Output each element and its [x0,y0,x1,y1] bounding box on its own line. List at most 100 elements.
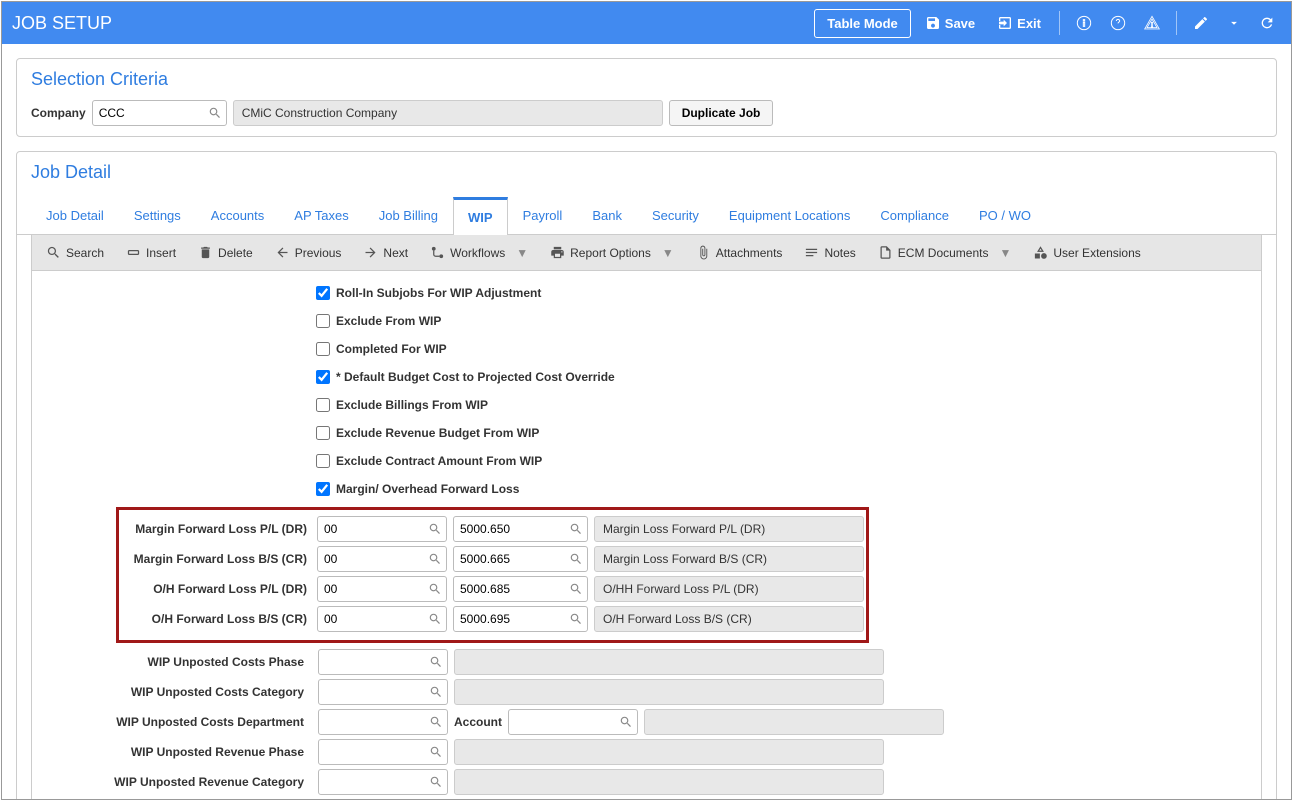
revenue-account-input[interactable] [508,799,638,800]
checkbox-label: Margin/ Overhead Forward Loss [336,482,519,496]
tb-next[interactable]: Next [357,241,414,264]
tab-settings[interactable]: Settings [119,197,196,235]
tab-security[interactable]: Security [637,197,714,235]
readonly-display [644,799,944,800]
costs-department-input[interactable] [318,709,448,735]
checkbox-label: Roll-In Subjobs For WIP Adjustment [336,286,541,300]
forward-loss-row: Margin Forward Loss P/L (DR) Margin Loss… [121,516,864,542]
readonly-display [454,769,884,795]
tab-equipment-locations[interactable]: Equipment Locations [714,197,865,235]
unposted-row: WIP Unposted Revenue Department Account [40,799,1253,800]
tb-previous[interactable]: Previous [269,241,348,264]
revenue-phase-input[interactable] [318,739,448,765]
fl-dept-input[interactable] [317,546,447,572]
checkbox-label: Completed For WIP [336,342,447,356]
tab-wip[interactable]: WIP [453,197,508,235]
fl-desc: Margin Loss Forward P/L (DR) [594,516,864,542]
attachment-icon [696,245,711,260]
tab-payroll[interactable]: Payroll [508,197,578,235]
default-budget-checkbox[interactable] [316,370,330,384]
tb-ecm-documents[interactable]: ECM Documents▼ [872,241,1018,264]
chevron-down-icon: ▼ [516,246,528,260]
alert-button[interactable] [1138,9,1166,37]
save-icon [925,15,941,31]
exit-icon [997,15,1013,31]
help-icon [1110,15,1126,31]
tab-job-billing[interactable]: Job Billing [364,197,453,235]
edit-button[interactable] [1187,9,1215,37]
revenue-department-input[interactable] [318,799,448,800]
exclude-contract-checkbox[interactable] [316,454,330,468]
company-lookup [92,100,227,126]
info-button[interactable] [1070,9,1098,37]
fl-acct-input[interactable] [453,546,588,572]
checkbox-label: * Default Budget Cost to Projected Cost … [336,370,615,384]
tab-ap-taxes[interactable]: AP Taxes [279,197,363,235]
fl-dept-input[interactable] [317,576,447,602]
fl-dept-input[interactable] [317,606,447,632]
help-button[interactable] [1104,9,1132,37]
checkbox-row: Exclude Billings From WIP [40,393,1253,417]
edit-icon [1193,15,1209,31]
duplicate-job-button[interactable]: Duplicate Job [669,100,774,126]
exclude-revenue-checkbox[interactable] [316,426,330,440]
field-label: WIP Unposted Costs Department [40,715,312,729]
refresh-button[interactable] [1253,9,1281,37]
checkbox-row: Exclude Revenue Budget From WIP [40,421,1253,445]
chevron-down-icon [1227,16,1241,30]
table-mode-button[interactable]: Table Mode [814,9,911,38]
tab-job-detail[interactable]: Job Detail [31,197,119,235]
unposted-row: WIP Unposted Revenue Phase [40,739,1253,765]
checkbox-label: Exclude Billings From WIP [336,398,488,412]
separator [1176,11,1177,35]
save-button[interactable]: Save [917,9,983,37]
exit-button[interactable]: Exit [989,9,1049,37]
costs-phase-input[interactable] [318,649,448,675]
roll-in-checkbox[interactable] [316,286,330,300]
separator [1059,11,1060,35]
tb-attachments[interactable]: Attachments [690,241,789,264]
tab-po-wo[interactable]: PO / WO [964,197,1046,235]
fl-acct-input[interactable] [453,516,588,542]
costs-account-input[interactable] [508,709,638,735]
company-input[interactable] [92,100,227,126]
readonly-display [454,649,884,675]
job-detail-title: Job Detail [17,162,1276,183]
exclude-billings-checkbox[interactable] [316,398,330,412]
fl-acct-input[interactable] [453,576,588,602]
chevron-down-icon: ▼ [662,246,674,260]
field-label: Margin Forward Loss P/L (DR) [121,522,311,536]
tb-delete[interactable]: Delete [192,241,259,264]
alert-icon [1144,15,1160,31]
extension-icon [1033,245,1048,260]
tb-search[interactable]: Search [40,241,110,264]
tabs: Job Detail Settings Accounts AP Taxes Jo… [17,197,1276,235]
notes-icon [804,245,819,260]
header-actions: Table Mode Save Exit [814,9,1281,38]
tb-workflows[interactable]: Workflows▼ [424,241,534,264]
page-title: JOB SETUP [12,13,814,34]
readonly-display [454,739,884,765]
dropdown-button[interactable] [1221,10,1247,36]
tb-user-extensions[interactable]: User Extensions [1027,241,1146,264]
unposted-row: WIP Unposted Costs Department Account [40,709,1253,735]
forward-loss-row: O/H Forward Loss P/L (DR) O/HH Forward L… [121,576,864,602]
tab-accounts[interactable]: Accounts [196,197,279,235]
fl-desc: Margin Loss Forward B/S (CR) [594,546,864,572]
fl-dept-input[interactable] [317,516,447,542]
tab-compliance[interactable]: Compliance [865,197,964,235]
tb-notes[interactable]: Notes [798,241,861,264]
tb-insert[interactable]: Insert [120,241,182,264]
fl-acct-input[interactable] [453,606,588,632]
tab-bank[interactable]: Bank [577,197,637,235]
completed-wip-checkbox[interactable] [316,342,330,356]
field-label: WIP Unposted Costs Category [40,685,312,699]
checkbox-label: Exclude Contract Amount From WIP [336,454,542,468]
selection-criteria-panel: Selection Criteria Company CMiC Construc… [16,58,1277,137]
margin-overhead-checkbox[interactable] [316,482,330,496]
costs-category-input[interactable] [318,679,448,705]
revenue-category-input[interactable] [318,769,448,795]
exclude-wip-checkbox[interactable] [316,314,330,328]
unposted-row: WIP Unposted Costs Category [40,679,1253,705]
tb-report-options[interactable]: Report Options▼ [544,241,680,264]
